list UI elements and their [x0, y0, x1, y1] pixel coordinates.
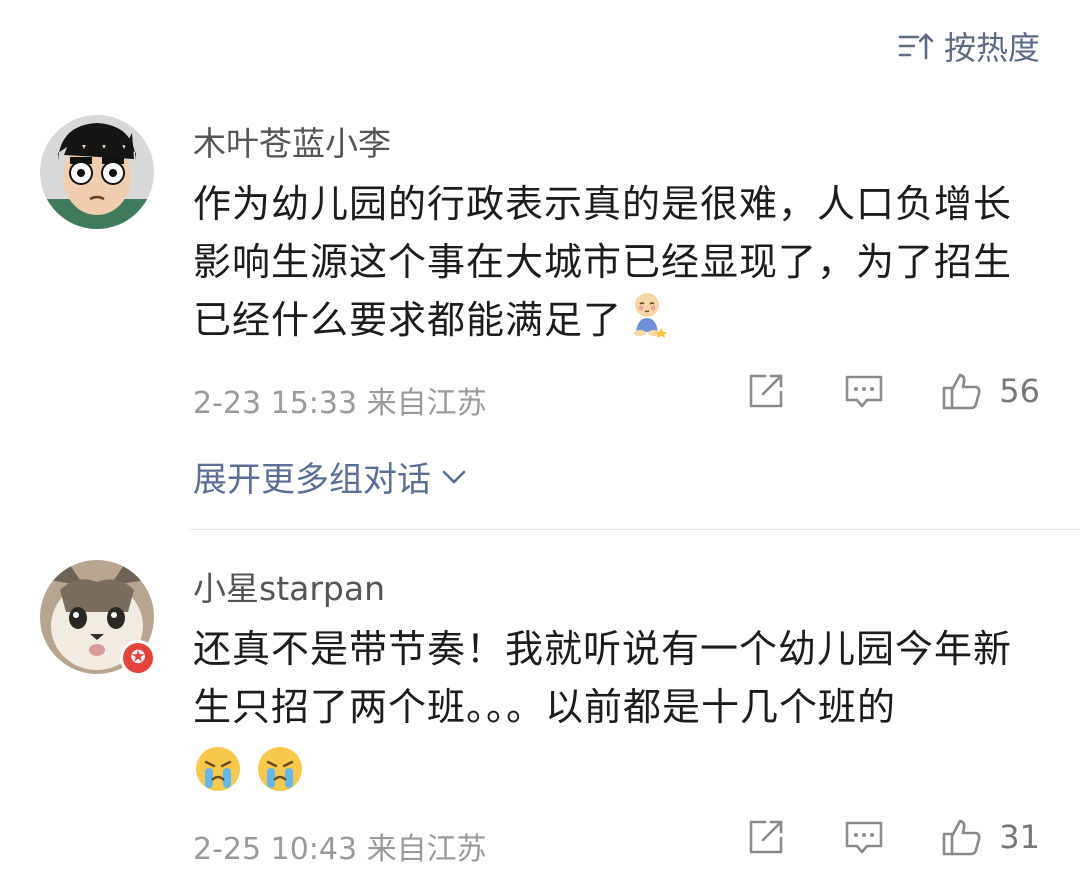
star-icon: ✪ [123, 643, 153, 673]
chevron-down-icon [442, 470, 466, 484]
thumbs-up-icon [942, 373, 981, 410]
share-button[interactable] [745, 816, 787, 858]
comment-actions: 31 [745, 816, 1040, 858]
share-icon [749, 374, 783, 408]
username[interactable]: 木叶苍蓝小李 [193, 117, 391, 165]
share-button[interactable] [745, 370, 787, 412]
comment-body: 还真不是带节奏！我就听说有一个幼儿园今年新生只招了两个班。。。以前都是十几个班的 [193, 627, 1013, 729]
like-button[interactable]: 56 [941, 370, 1040, 412]
avatar-image [40, 115, 154, 229]
comment-icon [845, 375, 883, 408]
verified-badge: ✪ [120, 640, 156, 676]
expand-label: 展开更多组对话 [193, 460, 431, 500]
emoji-row [193, 744, 1043, 796]
divider [190, 529, 1080, 530]
crying-emoji [193, 744, 243, 810]
sort-label: 按热度 [943, 29, 1040, 67]
reply-button[interactable] [843, 370, 885, 412]
comment-meta: 2-23 15:33 来自江苏 [193, 386, 487, 421]
reply-button[interactable] [843, 816, 885, 858]
comment-text: 还真不是带节奏！我就听说有一个幼儿园今年新生只招了两个班。。。以前都是十几个班的 [193, 620, 1043, 796]
like-count: 31 [999, 818, 1040, 856]
user-avatar[interactable] [40, 115, 154, 229]
comment-body: 作为幼儿园的行政表示真的是很难，人口负增长影响生源这个事在大城市已经显现了，为了… [193, 182, 1013, 342]
sort-icon [898, 33, 934, 60]
like-count: 56 [999, 372, 1040, 410]
comment-meta: 2-25 10:43 来自江苏 [193, 832, 487, 867]
like-button[interactable]: 31 [941, 816, 1040, 858]
shy-sitting-emoji [628, 292, 668, 354]
comment-icon [845, 821, 883, 854]
comment-text: 作为幼儿园的行政表示真的是很难，人口负增长影响生源这个事在大城市已经显现了，为了… [193, 175, 1043, 354]
expand-thread-link[interactable]: 展开更多组对话 [193, 452, 467, 501]
username[interactable]: 小星starpan [193, 562, 385, 610]
crying-emoji [255, 744, 305, 810]
sort-by-hot-button[interactable]: 按热度 [898, 24, 1040, 68]
share-icon [749, 820, 783, 854]
comment-actions: 56 [745, 370, 1040, 412]
thumbs-up-icon [942, 819, 981, 856]
